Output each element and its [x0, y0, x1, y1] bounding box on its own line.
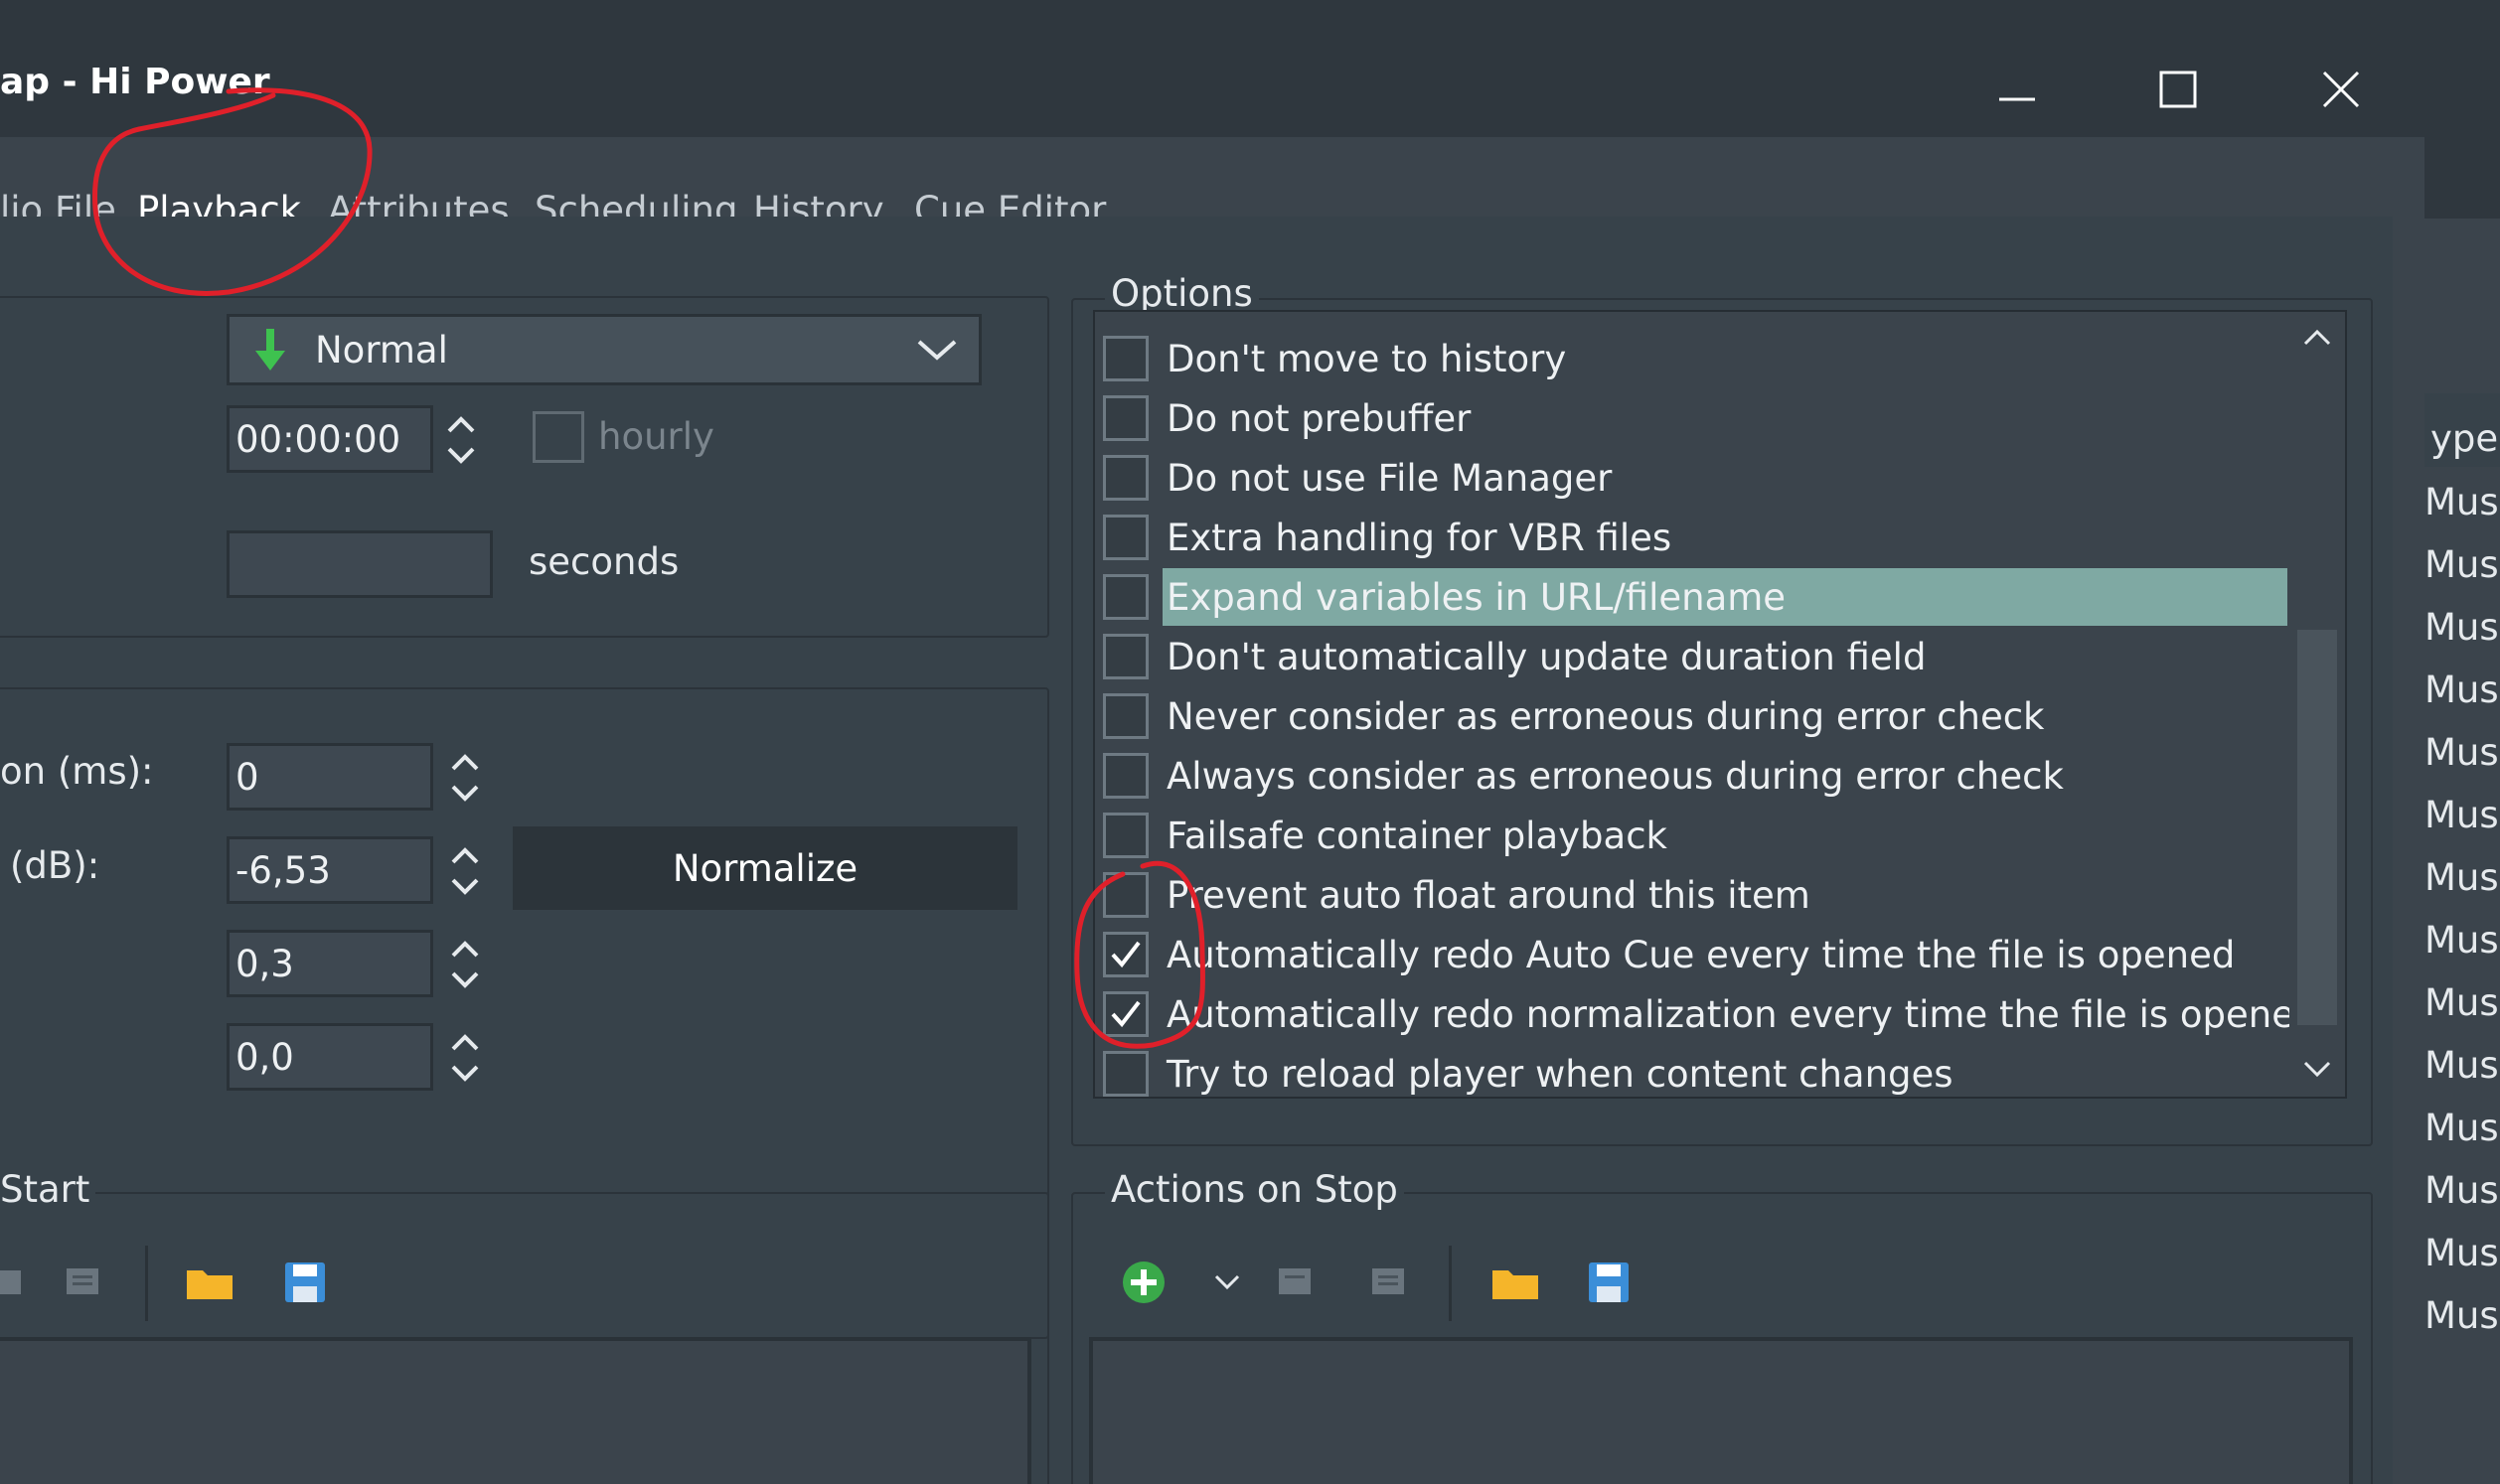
annotation-circle-playback-tab [91, 87, 373, 296]
annotation-circle-checkboxes [1074, 860, 1205, 1049]
annotation-overlay [91, 87, 1205, 1049]
